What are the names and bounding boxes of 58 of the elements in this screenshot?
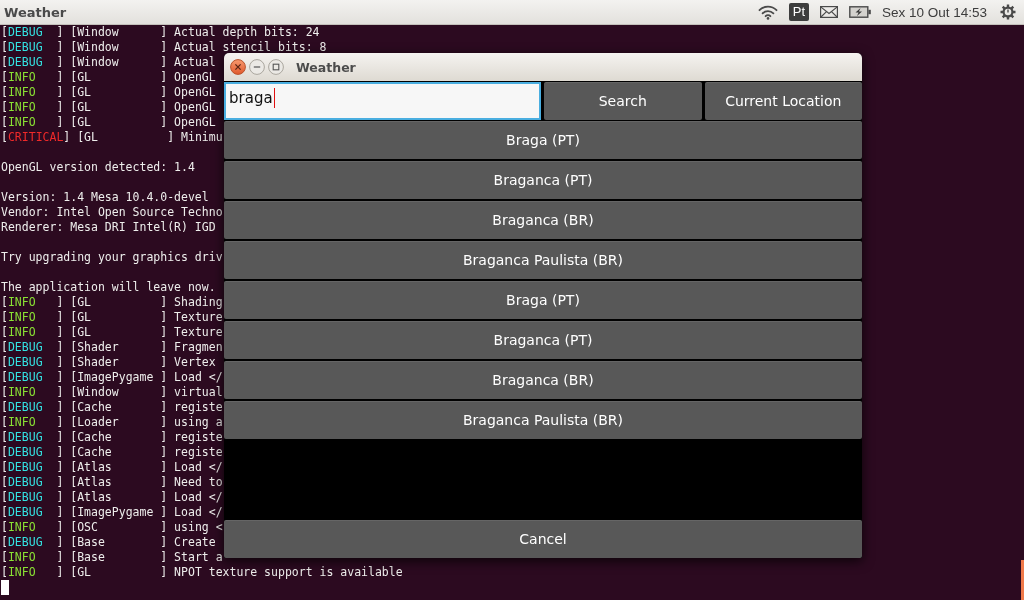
maximize-icon[interactable]: [268, 59, 284, 75]
terminal-line: Try upgrading your graphics driv: [1, 250, 223, 265]
terminal-line: Version: 1.4 Mesa 10.4.0-devel: [1, 190, 209, 205]
location-result-button[interactable]: Braganca (BR): [224, 201, 862, 239]
terminal-line: [INFO ] [Base ] Start a: [1, 550, 223, 565]
terminal-line: [DEBUG ] [Cache ] registe: [1, 400, 223, 415]
terminal-line: [DEBUG ] [Base ] Create: [1, 535, 216, 550]
gear-icon[interactable]: [1000, 4, 1016, 20]
terminal-line: [DEBUG ] [ImagePygame ] Load </: [1, 370, 223, 385]
terminal-line: [INFO ] [Window ] virtual: [1, 385, 223, 400]
wifi-icon[interactable]: [757, 4, 778, 20]
terminal-line: [DEBUG ] [Shader ] Vertex: [1, 355, 216, 370]
terminal-line: [INFO ] [GL ] OpenGL: [1, 85, 216, 100]
terminal-line: [DEBUG ] [Atlas ] Load </: [1, 460, 223, 475]
terminal-line: [DEBUG ] [Atlas ] Load </: [1, 490, 223, 505]
terminal-line: Vendor: Intel Open Source Techno: [1, 205, 223, 220]
search-field[interactable]: braga: [224, 82, 541, 120]
location-result-button[interactable]: Braganca (PT): [224, 161, 862, 199]
terminal-line: [DEBUG ] [Atlas ] Need to: [1, 475, 223, 490]
terminal-line: [INFO ] [Loader ] using a: [1, 415, 223, 430]
terminal-line: Renderer: Mesa DRI Intel(R) IGD: [1, 220, 216, 235]
close-icon[interactable]: [230, 59, 246, 75]
current-location-button[interactable]: Current Location: [704, 82, 862, 120]
window-title: Weather: [296, 59, 356, 75]
cancel-button[interactable]: Cancel: [224, 520, 862, 558]
battery-icon[interactable]: [848, 6, 871, 18]
terminal-line: [DEBUG ] [Cache ] registe: [1, 430, 223, 445]
terminal-line: [DEBUG ] [Window ] Actual depth bits: 24: [1, 25, 320, 40]
location-result-button[interactable]: Braganca (BR): [224, 361, 862, 399]
terminal-line: [INFO ] [GL ] OpenGL: [1, 115, 216, 130]
terminal-line: [CRITICAL] [GL ] Minimu: [1, 130, 223, 145]
terminal-line: [INFO ] [GL ] OpenGL: [1, 100, 216, 115]
location-result-button[interactable]: Braga (PT): [224, 121, 862, 159]
terminal-line: [INFO ] [OSC ] using <: [1, 520, 223, 535]
terminal-line: [DEBUG ] [Cache ] registe: [1, 445, 223, 460]
terminal-line: OpenGL version detected: 1.4: [1, 160, 195, 175]
terminal-line: [INFO ] [GL ] Texture: [1, 310, 223, 325]
location-result-button[interactable]: Braganca Paulista (BR): [224, 401, 862, 439]
text-cursor-icon: [273, 88, 275, 108]
edge-strip: [1021, 560, 1024, 600]
clock[interactable]: Sex 10 Out 14:53: [881, 4, 987, 20]
terminal-line: [INFO ] [GL ] NPOT texture support is available: [1, 565, 403, 580]
location-result-button[interactable]: Braga (PT): [224, 281, 862, 319]
location-result-button[interactable]: Braganca Paulista (BR): [224, 241, 862, 279]
terminal-line: [INFO ] [GL ] Texture: [1, 325, 223, 340]
location-result-button[interactable]: Braganca (PT): [224, 321, 862, 359]
search-button[interactable]: Search: [544, 82, 702, 120]
terminal-line: [DEBUG ] [Window ] Actual: [1, 55, 216, 70]
terminal-line: [DEBUG ] [Window ] Actual stencil bits: 8: [1, 40, 327, 55]
keyboard-layout-indicator[interactable]: Pt: [788, 3, 809, 21]
terminal-line: [DEBUG ] [ImagePygame ] Load </: [1, 505, 223, 520]
terminal-line: The application will leave now.: [1, 280, 216, 295]
block-cursor-icon: [1, 580, 9, 595]
app-title: Weather: [4, 4, 67, 20]
terminal-line: [INFO ] [GL ] OpenGL: [1, 70, 216, 85]
terminal-line: [INFO ] [GL ] Shading: [1, 295, 223, 310]
envelope-icon[interactable]: [819, 6, 838, 18]
terminal-line: [DEBUG ] [Shader ] Fragmen: [1, 340, 223, 355]
